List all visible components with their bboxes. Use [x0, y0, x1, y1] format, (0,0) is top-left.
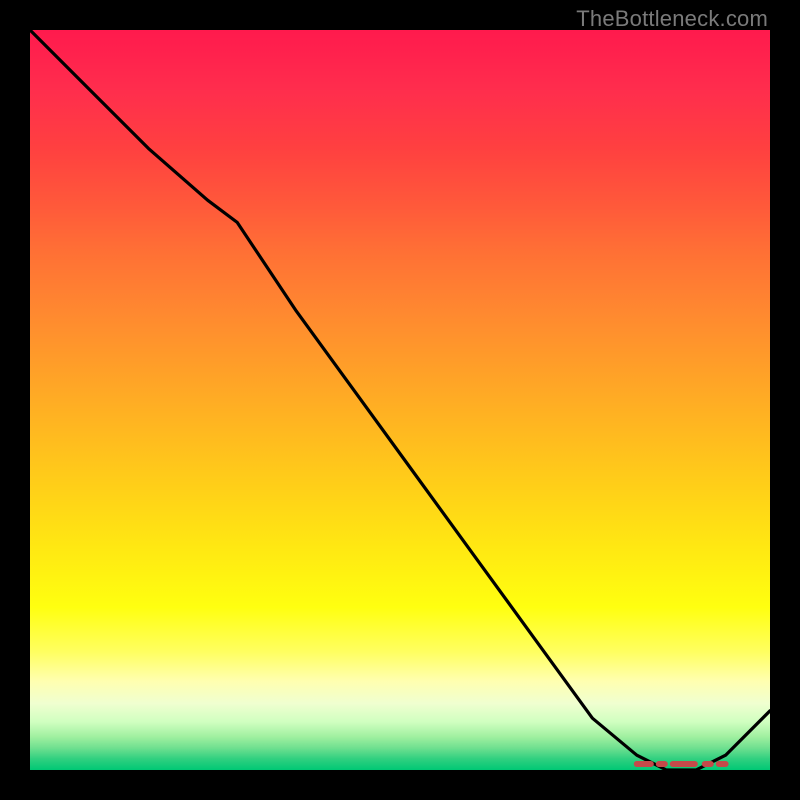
plot-area [30, 30, 770, 770]
chart-frame: TheBottleneck.com [0, 0, 800, 800]
optimal-range-marker [30, 30, 770, 770]
watermark-text: TheBottleneck.com [576, 6, 768, 32]
